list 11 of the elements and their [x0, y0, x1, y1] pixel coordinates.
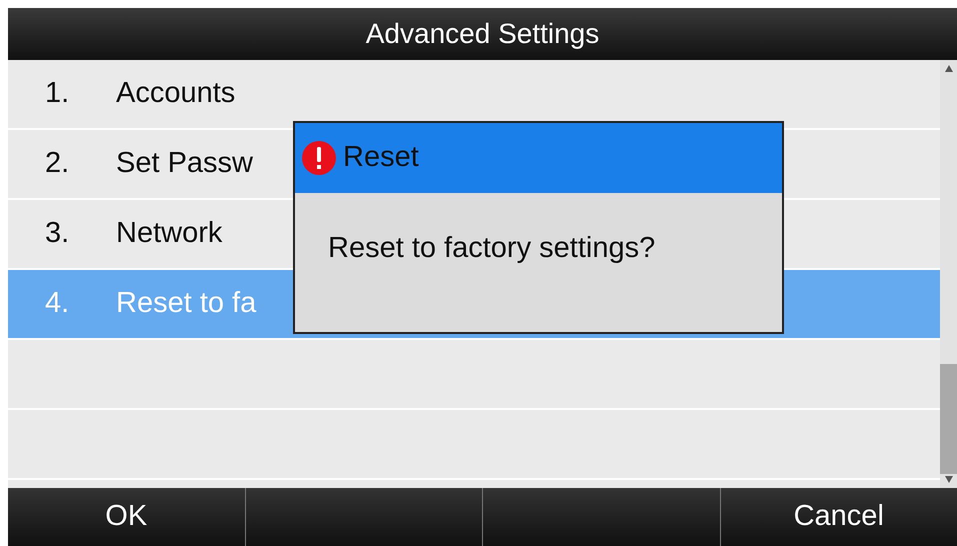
item-number: 2. — [44, 146, 70, 182]
item-number: 3. — [44, 216, 70, 252]
item-number: 1. — [44, 76, 70, 112]
dialog-title: Reset — [343, 140, 419, 176]
dialog-message: Reset to factory settings? — [328, 232, 656, 264]
item-label: Set Passw — [116, 146, 253, 182]
item-label: Accounts — [116, 76, 236, 112]
item-label: Reset to fa — [116, 286, 256, 322]
item-label: Network — [116, 216, 222, 252]
screen-title: Advanced Settings — [366, 17, 600, 51]
item-number: 4. — [44, 286, 70, 322]
